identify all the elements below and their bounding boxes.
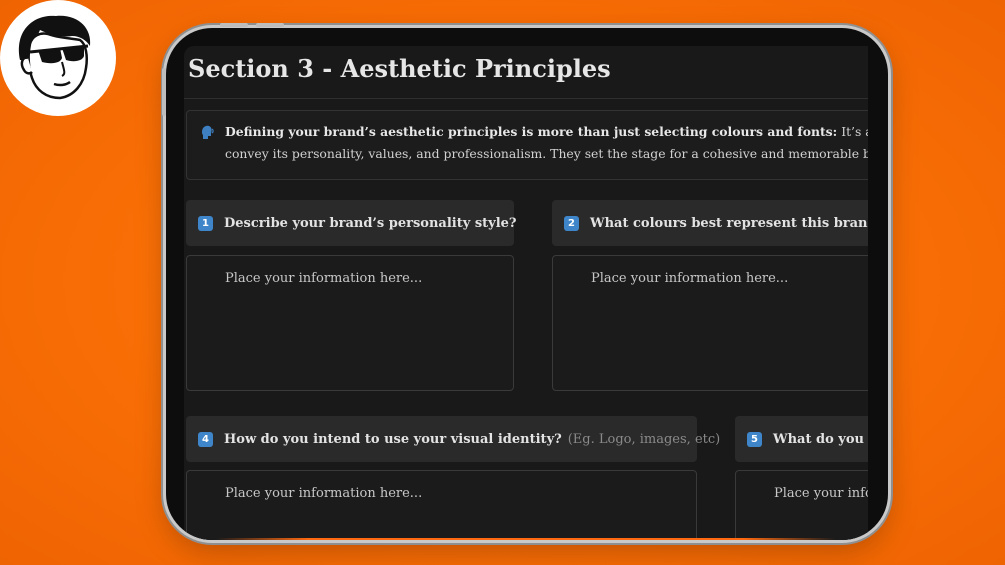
answer-box-2[interactable]: Place your information here... (552, 255, 868, 391)
number-badge: 4 (198, 431, 213, 447)
answer-placeholder: Place your information here... (225, 486, 423, 501)
question-label: Describe your brand’s personality style? (224, 215, 517, 231)
page-title: Section 3 - Aesthetic Principles (188, 54, 611, 83)
question-label: What do you lik (773, 431, 868, 447)
answer-box-1[interactable]: Place your information here... (186, 255, 514, 391)
divider (184, 98, 868, 99)
tablet-frame: Section 3 - Aesthetic Principles Definin… (166, 28, 888, 540)
answer-box-5[interactable]: Place your infor (735, 470, 868, 540)
callout-bold-text: Defining your brand’s aesthetic principl… (225, 124, 838, 139)
answer-placeholder: Place your information here... (225, 271, 423, 286)
callout-line-1-rest: It’s about creatin (841, 124, 868, 139)
speaking-head-icon (202, 125, 214, 139)
callout-line-2: convey its personality, values, and prof… (225, 146, 868, 161)
question-hint: (Eg. Logo, images, etc) (567, 431, 721, 447)
question-header-4: 4 How do you intend to use your visual i… (186, 416, 720, 462)
app-screen: Section 3 - Aesthetic Principles Definin… (184, 46, 868, 540)
callout-line-1: Defining your brand’s aesthetic principl… (225, 121, 868, 143)
tablet-top-button (220, 23, 248, 27)
bottom-glow (216, 538, 836, 540)
tablet-top-button (256, 23, 284, 27)
question-label: What colours best represent this brand? (590, 215, 868, 231)
callout-text: Defining your brand’s aesthetic principl… (225, 121, 868, 165)
question-header-1: 1 Describe your brand’s personality styl… (186, 200, 517, 246)
tablet-side-button (162, 68, 166, 116)
callout-block: Defining your brand’s aesthetic principl… (186, 110, 868, 180)
answer-placeholder: Place your information here... (591, 271, 789, 286)
number-badge: 5 (747, 431, 762, 447)
question-header-2: 2 What colours best represent this brand… (552, 200, 868, 246)
question-label: How do you intend to use your visual ide… (224, 431, 562, 447)
answer-placeholder: Place your infor (774, 486, 868, 501)
number-badge: 1 (198, 215, 213, 231)
question-header-5: 5 What do you lik (735, 416, 868, 462)
cartoon-face-icon (18, 15, 91, 100)
number-badge: 2 (564, 215, 579, 231)
answer-box-4[interactable]: Place your information here... (186, 470, 697, 540)
avatar (0, 0, 116, 116)
